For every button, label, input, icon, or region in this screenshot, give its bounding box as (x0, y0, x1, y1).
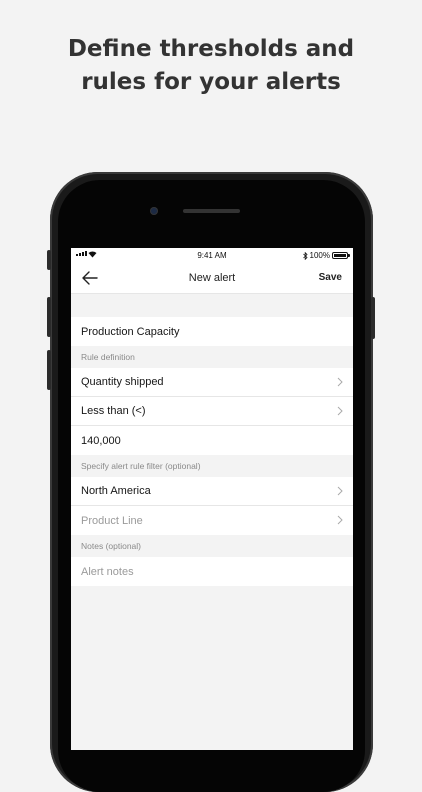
threshold-field[interactable]: 140,000 (71, 426, 353, 455)
operator-value: Less than (<) (81, 405, 146, 417)
phone-volume-down (47, 350, 51, 390)
phone-volume-up (47, 297, 51, 337)
threshold-value: 140,000 (81, 434, 121, 447)
notes-placeholder: Alert notes (81, 565, 134, 578)
headline-line-1: Define thresholds and (67, 36, 355, 62)
top-spacer (71, 294, 353, 317)
save-button[interactable]: Save (319, 272, 342, 283)
page-title: New alert (188, 272, 236, 284)
rule-section-label: Rule definition (71, 346, 353, 368)
phone-screen: 9:41 AM 100% New alert Save Production C… (71, 248, 353, 750)
region-value: North America (81, 485, 151, 497)
nav-bar: New alert Save (71, 264, 353, 294)
chevron-right-icon (337, 406, 343, 416)
metric-selector[interactable]: Quantity shipped (71, 368, 353, 397)
battery-icon (332, 252, 350, 259)
status-right: 100% (302, 251, 350, 260)
notes-field[interactable]: Alert notes (71, 557, 353, 586)
product-line-placeholder: Product Line (81, 514, 143, 527)
chevron-right-icon (337, 486, 343, 496)
chevron-right-icon (337, 515, 343, 525)
earpiece-speaker (183, 209, 240, 213)
alert-name-field[interactable]: Production Capacity (71, 317, 353, 346)
battery-percentage: 100% (309, 251, 330, 260)
operator-selector[interactable]: Less than (<) (71, 397, 353, 426)
metric-value: Quantity shipped (81, 376, 164, 388)
notes-section-label: Notes (optional) (71, 535, 353, 557)
phone-power-button (371, 297, 375, 339)
headline-line-2: rules for your alerts (81, 69, 341, 95)
phone-silent-switch (47, 250, 51, 270)
chevron-right-icon (337, 377, 343, 387)
filter-section-label: Specify alert rule filter (optional) (71, 455, 353, 477)
marketing-headline: Define thresholds and rules for your ale… (0, 33, 422, 99)
bluetooth-icon (302, 251, 308, 260)
product-line-filter-selector[interactable]: Product Line (71, 506, 353, 535)
alert-name-value: Production Capacity (81, 325, 180, 338)
region-filter-selector[interactable]: North America (71, 477, 353, 506)
front-camera (150, 207, 158, 215)
status-bar: 9:41 AM 100% (71, 248, 353, 264)
